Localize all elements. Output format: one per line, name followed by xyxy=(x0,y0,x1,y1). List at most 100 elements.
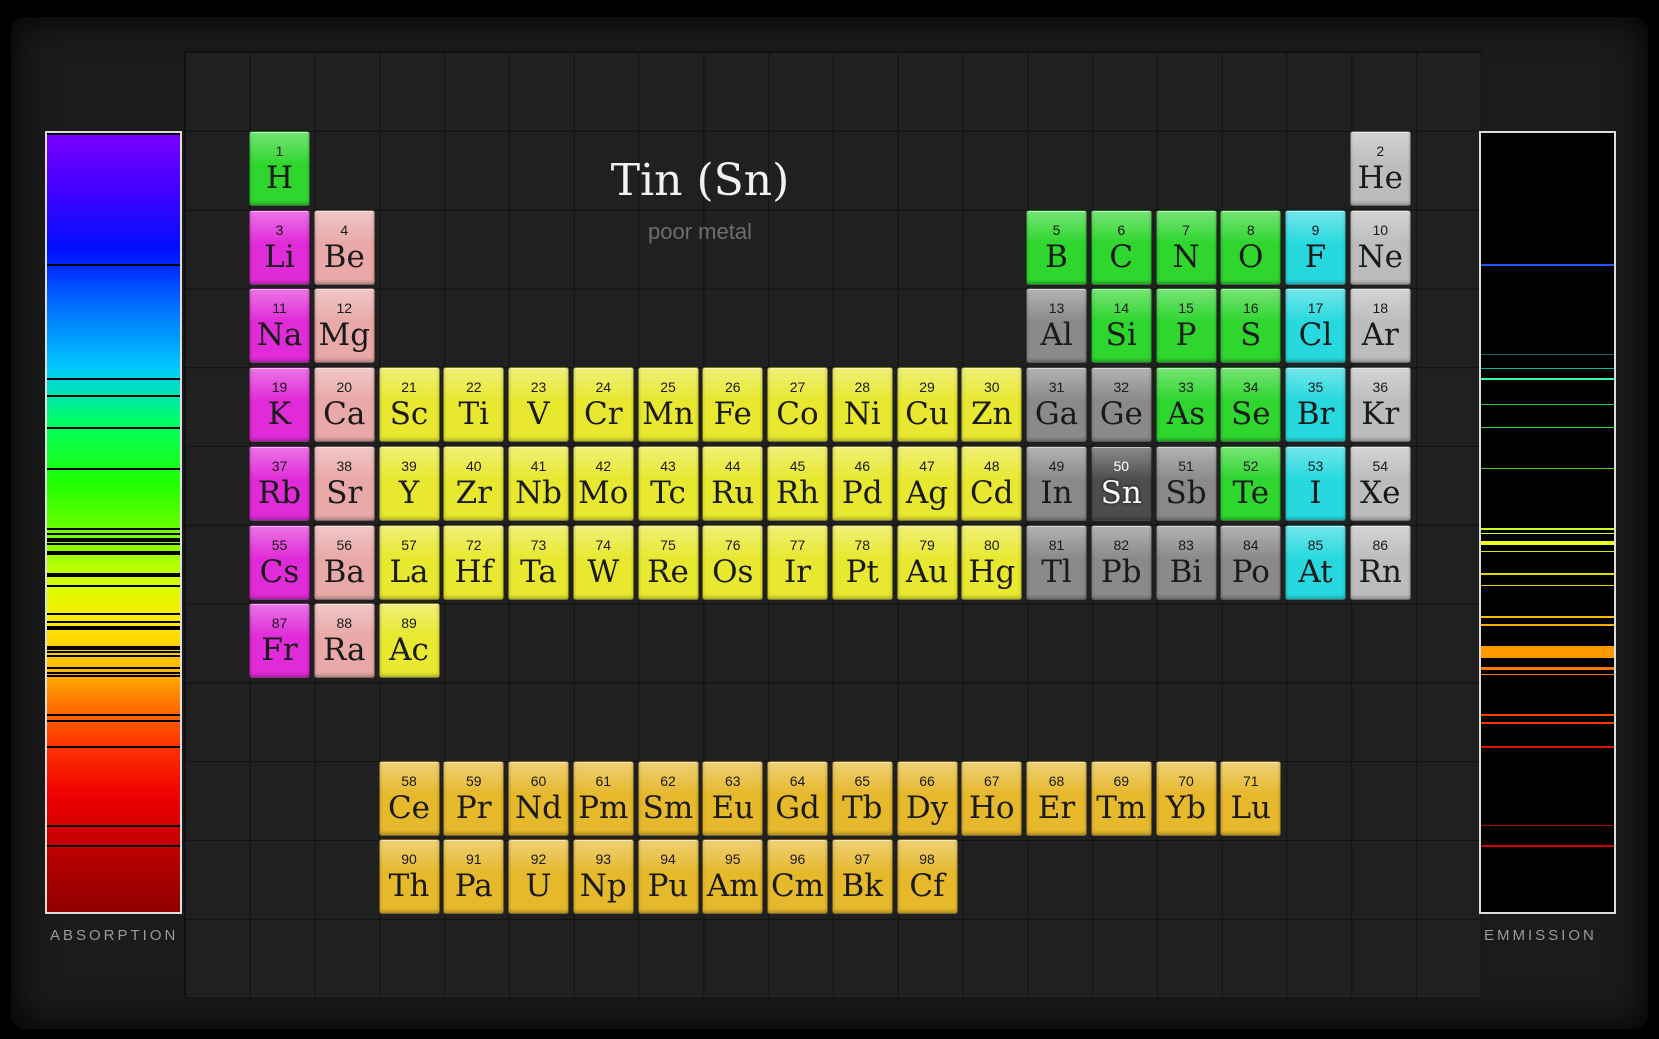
element-tile-pt[interactable]: 78 Pt xyxy=(831,524,893,600)
element-tile-li[interactable]: 3 Li xyxy=(249,209,310,285)
element-tile-he[interactable]: 2 He xyxy=(1349,131,1411,206)
element-tile-ge[interactable]: 32 Ge xyxy=(1090,367,1152,443)
element-tile-br[interactable]: 35 Br xyxy=(1285,367,1346,443)
element-tile-nb[interactable]: 41 Nb xyxy=(508,445,569,521)
element-tile-re[interactable]: 75 Re xyxy=(637,524,699,600)
element-tile-tc[interactable]: 43 Tc xyxy=(637,445,699,521)
element-tile-tm[interactable]: 69 Tm xyxy=(1090,760,1152,836)
element-tile-pd[interactable]: 46 Pd xyxy=(831,445,893,521)
atomic-number: 67 xyxy=(983,772,1000,789)
element-tile-cu[interactable]: 29 Cu xyxy=(896,367,958,443)
element-tile-k[interactable]: 19 K xyxy=(249,367,310,443)
element-tile-at[interactable]: 85 At xyxy=(1285,524,1346,600)
element-tile-p[interactable]: 15 P xyxy=(1155,288,1217,364)
element-tile-o[interactable]: 8O xyxy=(1220,209,1282,285)
element-tile-v[interactable]: 23 V xyxy=(508,367,569,443)
element-tile-cs[interactable]: 55 Cs xyxy=(249,524,310,600)
element-tile-c[interactable]: 6C xyxy=(1090,209,1152,285)
element-tile-cm[interactable]: 96 Cm xyxy=(767,839,828,915)
element-tile-pu[interactable]: 94 Pu xyxy=(637,839,699,915)
element-tile-gd[interactable]: 64 Gd xyxy=(767,760,828,836)
element-tile-rh[interactable]: 45 Rh xyxy=(767,445,828,521)
element-tile-th[interactable]: 90 Th xyxy=(378,839,440,915)
element-tile-rn[interactable]: 86 Rn xyxy=(1349,524,1411,600)
element-tile-ca[interactable]: 20 Ca xyxy=(313,367,375,443)
element-tile-er[interactable]: 68 Er xyxy=(1026,760,1087,836)
element-tile-mo[interactable]: 42 Mo xyxy=(572,445,634,521)
element-tile-ir[interactable]: 77 Ir xyxy=(767,524,828,600)
element-tile-ra[interactable]: 88 Ra xyxy=(313,603,375,679)
element-tile-cd[interactable]: 48 Cd xyxy=(961,445,1023,521)
element-tile-sb[interactable]: 51 Sb xyxy=(1155,445,1217,521)
element-tile-ga[interactable]: 31 Ga xyxy=(1026,367,1087,443)
element-tile-la[interactable]: 57 La xyxy=(378,524,440,600)
element-tile-sm[interactable]: 62 Sm xyxy=(637,760,699,836)
element-tile-tb[interactable]: 65 Tb xyxy=(831,760,893,836)
element-tile-cl[interactable]: 17 Cl xyxy=(1285,288,1346,364)
element-tile-zr[interactable]: 40 Zr xyxy=(443,445,505,521)
element-tile-n[interactable]: 7N xyxy=(1155,209,1217,285)
element-tile-lu[interactable]: 71 Lu xyxy=(1220,760,1282,836)
element-tile-eu[interactable]: 63 Eu xyxy=(702,760,764,836)
element-tile-am[interactable]: 95 Am xyxy=(702,839,764,915)
element-tile-tl[interactable]: 81 Tl xyxy=(1026,524,1087,600)
element-tile-cr[interactable]: 24 Cr xyxy=(572,367,634,443)
element-tile-yb[interactable]: 70 Yb xyxy=(1155,760,1217,836)
element-tile-ru[interactable]: 44 Ru xyxy=(702,445,764,521)
element-tile-mg[interactable]: 12 Mg xyxy=(313,288,375,364)
element-tile-in[interactable]: 49 In xyxy=(1026,445,1087,521)
element-tile-al[interactable]: 13 Al xyxy=(1026,288,1087,364)
element-tile-rb[interactable]: 37 Rb xyxy=(249,445,310,521)
element-tile-dy[interactable]: 66 Dy xyxy=(896,760,958,836)
element-tile-f[interactable]: 9F xyxy=(1285,209,1346,285)
element-tile-au[interactable]: 79 Au xyxy=(896,524,958,600)
element-tile-se[interactable]: 34 Se xyxy=(1220,367,1282,443)
element-tile-na[interactable]: 11 Na xyxy=(249,288,310,364)
element-tile-si[interactable]: 14 Si xyxy=(1090,288,1152,364)
element-tile-ni[interactable]: 28 Ni xyxy=(831,367,893,443)
element-tile-ar[interactable]: 18 Ar xyxy=(1349,288,1411,364)
element-tile-i[interactable]: 53 I xyxy=(1285,445,1346,521)
element-tile-mn[interactable]: 25 Mn xyxy=(637,367,699,443)
element-tile-ac[interactable]: 89 Ac xyxy=(378,603,440,679)
element-tile-fe[interactable]: 26 Fe xyxy=(702,367,764,443)
element-tile-ag[interactable]: 47 Ag xyxy=(896,445,958,521)
element-tile-xe[interactable]: 54 Xe xyxy=(1349,445,1411,521)
element-tile-np[interactable]: 93 Np xyxy=(572,839,634,915)
element-tile-zn[interactable]: 30 Zn xyxy=(961,367,1023,443)
element-tile-ti[interactable]: 22 Ti xyxy=(443,367,505,443)
element-tile-pb[interactable]: 82 Pb xyxy=(1090,524,1152,600)
element-tile-ne[interactable]: 10 Ne xyxy=(1349,209,1411,285)
element-tile-cf[interactable]: 98 Cf xyxy=(896,839,958,915)
element-tile-as[interactable]: 33 As xyxy=(1155,367,1217,443)
element-tile-ce[interactable]: 58 Ce xyxy=(378,760,440,836)
element-tile-nd[interactable]: 60 Nd xyxy=(508,760,569,836)
element-tile-pm[interactable]: 61 Pm xyxy=(572,760,634,836)
element-tile-hf[interactable]: 72 Hf xyxy=(443,524,505,600)
element-tile-ba[interactable]: 56 Ba xyxy=(313,524,375,600)
element-tile-y[interactable]: 39 Y xyxy=(378,445,440,521)
element-tile-b[interactable]: 5B xyxy=(1026,209,1087,285)
element-tile-po[interactable]: 84 Po xyxy=(1220,524,1282,600)
atomic-number: 34 xyxy=(1242,379,1259,396)
element-tile-os[interactable]: 76 Os xyxy=(702,524,764,600)
element-tile-h[interactable]: 1H xyxy=(249,131,310,206)
element-tile-bk[interactable]: 97 Bk xyxy=(831,839,893,915)
element-tile-be[interactable]: 4 Be xyxy=(313,209,375,285)
element-tile-ta[interactable]: 73 Ta xyxy=(508,524,569,600)
element-tile-co[interactable]: 27 Co xyxy=(767,367,828,443)
element-tile-sn[interactable]: 50 Sn xyxy=(1090,445,1152,521)
element-tile-sc[interactable]: 21 Sc xyxy=(378,367,440,443)
element-tile-hg[interactable]: 80 Hg xyxy=(961,524,1023,600)
element-tile-u[interactable]: 92 U xyxy=(508,839,569,915)
element-tile-w[interactable]: 74 W xyxy=(572,524,634,600)
element-tile-fr[interactable]: 87 Fr xyxy=(249,603,310,679)
element-tile-s[interactable]: 16 S xyxy=(1220,288,1282,364)
element-tile-sr[interactable]: 38 Sr xyxy=(313,445,375,521)
element-tile-ho[interactable]: 67 Ho xyxy=(961,760,1023,836)
element-tile-pa[interactable]: 91 Pa xyxy=(443,839,505,915)
element-tile-bi[interactable]: 83 Bi xyxy=(1155,524,1217,600)
element-tile-pr[interactable]: 59 Pr xyxy=(443,760,505,836)
element-tile-kr[interactable]: 36 Kr xyxy=(1349,367,1411,443)
element-tile-te[interactable]: 52 Te xyxy=(1220,445,1282,521)
